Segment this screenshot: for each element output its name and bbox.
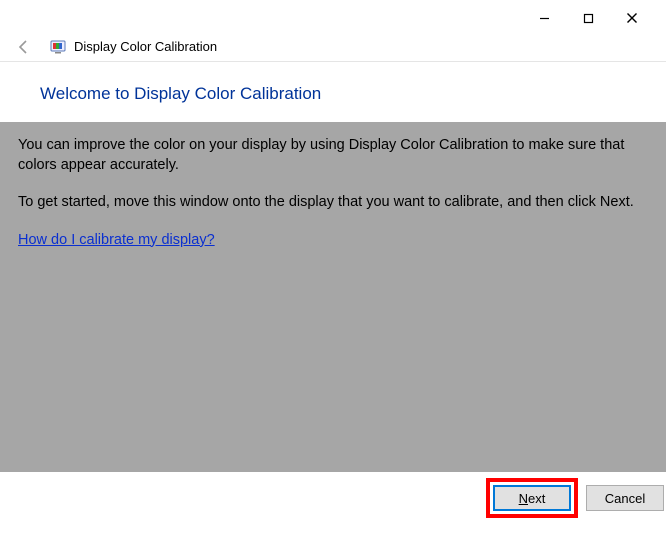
page-headline: Welcome to Display Color Calibration: [40, 84, 666, 104]
intro-paragraph-2: To get started, move this window onto th…: [18, 193, 648, 213]
app-brand: Display Color Calibration: [50, 39, 217, 55]
close-button[interactable]: [610, 6, 654, 30]
intro-paragraph-1: You can improve the color on your displa…: [18, 136, 648, 175]
titlebar: [0, 0, 666, 32]
footer-buttons: Next Cancel: [0, 472, 666, 524]
next-button-highlight: Next: [486, 478, 578, 518]
display-calibration-icon: [50, 39, 66, 55]
next-button[interactable]: Next: [493, 485, 571, 511]
help-link-calibrate[interactable]: How do I calibrate my display?: [18, 231, 215, 251]
cancel-button[interactable]: Cancel: [586, 485, 664, 511]
maximize-button[interactable]: [566, 6, 610, 30]
minimize-button[interactable]: [522, 6, 566, 30]
content-area: You can improve the color on your displa…: [0, 122, 666, 472]
navbar: Display Color Calibration: [0, 32, 666, 62]
headline-area: Welcome to Display Color Calibration: [0, 62, 666, 122]
app-title: Display Color Calibration: [74, 39, 217, 54]
back-button[interactable]: [14, 37, 34, 57]
